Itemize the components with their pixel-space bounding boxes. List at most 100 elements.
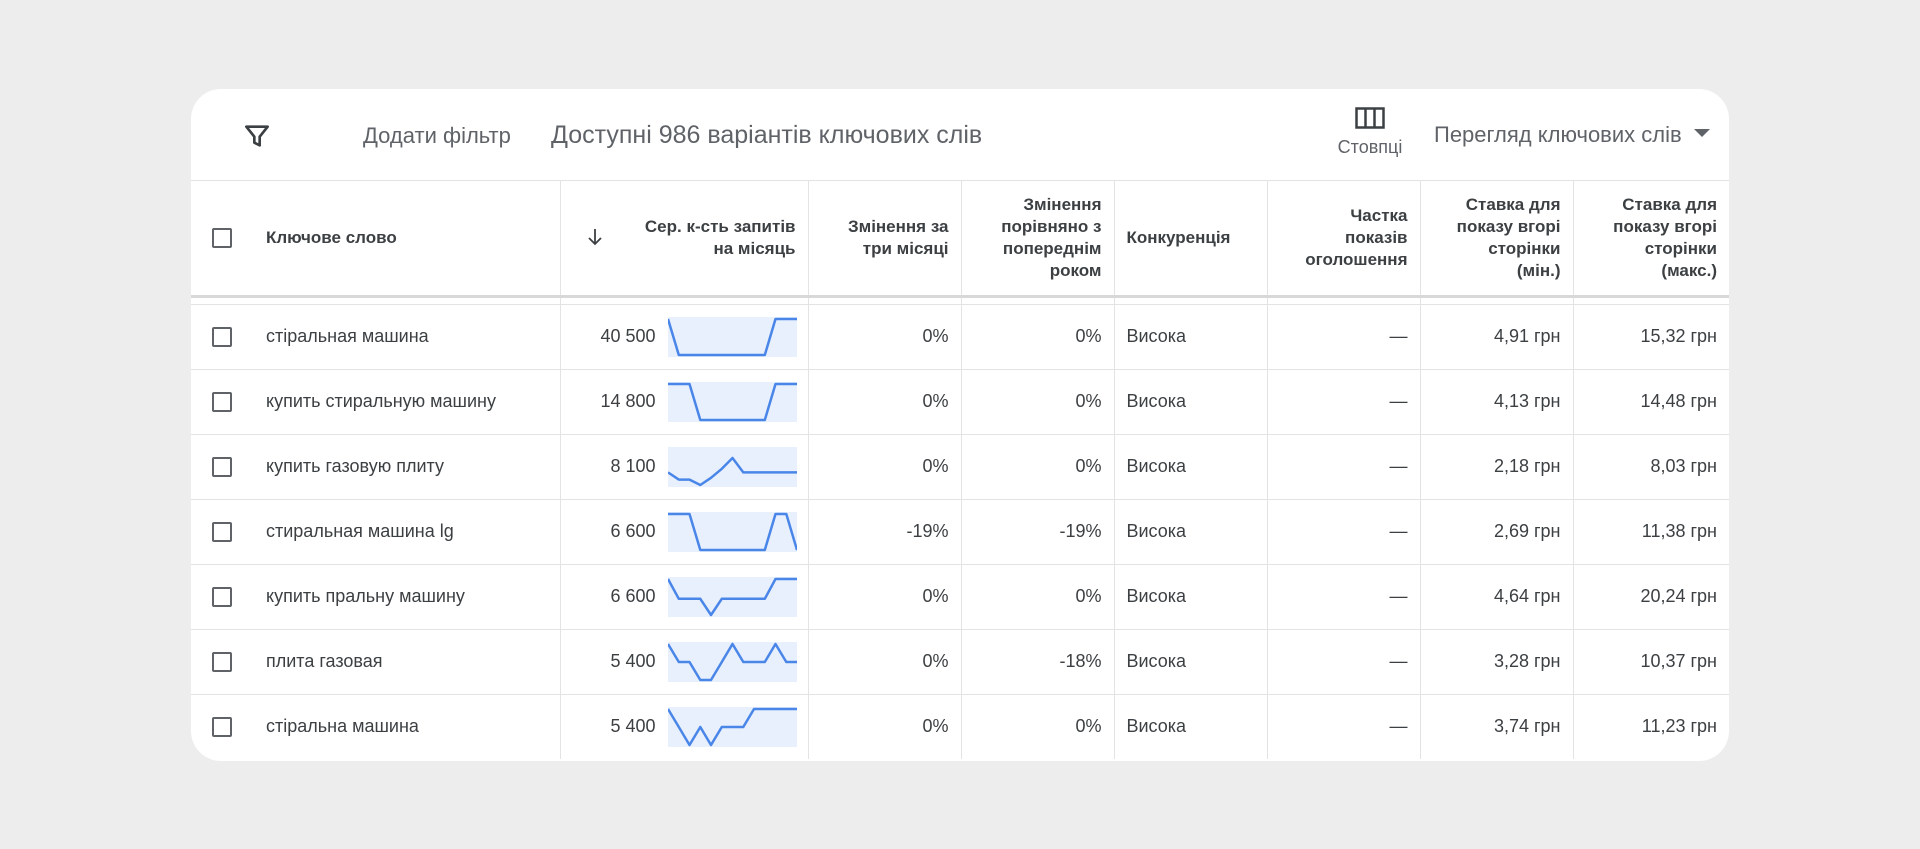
volume-cell: 40 500 xyxy=(560,304,809,370)
yoy-change-cell: -19% xyxy=(961,499,1115,565)
keyword-view-dropdown[interactable]: Перегляд ключових слів xyxy=(1434,122,1710,148)
top-bid-high-cell: 11,23 грн xyxy=(1641,716,1717,737)
table-header-row: Ключове слово Сер. к-сть запитів на міся… xyxy=(191,181,1729,298)
three-month-change-header[interactable]: Змінення за три місяці xyxy=(808,181,962,298)
impression-share-label-line2: показів xyxy=(1345,227,1408,247)
top-bid-low-cell: 4,91 грн xyxy=(1420,304,1574,370)
keyword-cell: купить пральну машину xyxy=(191,564,561,630)
top-bid-low-label-line3: сторінки xyxy=(1488,238,1561,258)
keyword-text: стиральная машина lg xyxy=(266,521,454,541)
three-month-change-cell: 0% xyxy=(808,694,962,759)
impression-share-cell: — xyxy=(1267,304,1421,370)
top-bid-low-cell: 2,18 грн xyxy=(1420,434,1574,500)
volume-value: 6 600 xyxy=(610,585,656,606)
keyword-text: купить газовую плиту xyxy=(266,456,444,476)
volume-value: 8 100 xyxy=(610,455,656,476)
yoy-change-cell: 0% xyxy=(961,304,1115,370)
trend-sparkline xyxy=(667,641,797,682)
keyword-table-body: стіральная машина 40 500 0% 0% Висока —4,91 г… xyxy=(191,296,1729,759)
yoy-change-label-line3: попереднім xyxy=(1002,238,1102,258)
columns-button[interactable]: Стовпці xyxy=(1312,105,1428,171)
volume-cell: 14 800 xyxy=(560,369,809,435)
impression-share-cell: — xyxy=(1267,369,1421,435)
volume-value: 5 400 xyxy=(610,715,656,736)
volume-value: 40 500 xyxy=(600,325,656,346)
row-checkbox[interactable] xyxy=(212,716,232,737)
row-checkbox[interactable] xyxy=(212,326,232,347)
table-row[interactable]: плита газовая 5 400 0% -18% Висока —3,28 грн 1… xyxy=(191,629,1729,695)
results-count-title: Доступні 986 варіантів ключових слів xyxy=(551,121,983,149)
top-bid-low-label-line1: Ставка для xyxy=(1465,194,1561,214)
yoy-change-header[interactable]: Змінення порівняно з попереднім роком xyxy=(961,181,1115,298)
keyword-header: Ключове слово xyxy=(191,181,561,298)
volume-cell: 5 400 xyxy=(560,629,809,695)
arrow-down-icon xyxy=(587,229,602,246)
three-month-change-label-line2: три місяці xyxy=(862,238,949,258)
sparkline-background xyxy=(667,381,797,422)
volume-cell: 6 600 xyxy=(560,564,809,630)
impression-share-cell: — xyxy=(1267,694,1421,759)
sparkline-background xyxy=(667,316,797,357)
header-spacer-row xyxy=(191,296,1729,305)
top-bid-high-cell: 20,24 грн xyxy=(1573,564,1729,630)
row-checkbox[interactable] xyxy=(212,521,232,542)
volume-cell: 6 600 xyxy=(560,499,809,565)
trend-sparkline xyxy=(667,576,797,617)
table-row[interactable]: купить стиральную машину 14 800 0% 0% Висока… xyxy=(191,369,1729,435)
keyword-text: стіральна машина xyxy=(266,716,419,737)
volume-value: 6 600 xyxy=(610,520,656,541)
select-all-checkbox[interactable] xyxy=(212,227,232,248)
top-bid-low-cell: 4,64 грн xyxy=(1420,564,1574,630)
keyword-cell: купить стиральную машину xyxy=(191,369,561,435)
competition-header[interactable]: Конкуренція xyxy=(1114,181,1268,298)
top-bid-high-cell: 11,38 грн xyxy=(1573,499,1729,565)
trend-sparkline xyxy=(667,316,797,357)
yoy-change-cell: 0% xyxy=(961,369,1115,435)
top-bid-low-cell: 4,13 грн xyxy=(1420,369,1574,435)
impression-share-cell: — xyxy=(1267,499,1421,565)
trend-sparkline xyxy=(667,446,797,487)
top-bid-high-cell: 14,48 грн xyxy=(1573,369,1729,435)
keyword-view-label: Перегляд ключових слів xyxy=(1434,122,1682,147)
keyword-header-label: Ключове слово xyxy=(266,227,397,247)
table-row[interactable]: стіральная машина 40 500 0% 0% Висока —4,91 г… xyxy=(191,304,1729,370)
competition-cell: Висока xyxy=(1114,499,1268,565)
competition-cell: Висока xyxy=(1114,629,1268,695)
keyword-ideas-card: Додати фільтр Доступні 986 варіантів клю… xyxy=(191,89,1729,761)
avg-monthly-searches-label-line1: Сер. к-сть запитів xyxy=(644,217,796,236)
impression-share-cell: — xyxy=(1267,629,1421,695)
avg-monthly-searches-header[interactable]: Сер. к-сть запитів на місяць xyxy=(560,181,809,298)
keyword-table: Ключове слово Сер. к-сть запитів на міся… xyxy=(191,181,1729,759)
keyword-cell: купить газовую плиту xyxy=(191,434,561,500)
yoy-change-cell: 0% xyxy=(961,694,1115,759)
top-bid-high-header[interactable]: Ставка для показу вгорі сторінки (макс.) xyxy=(1573,181,1729,298)
three-month-change-cell: 0% xyxy=(808,304,962,370)
table-row[interactable]: купить пральну машину 6 600 0% 0% Висока —4,6… xyxy=(191,564,1729,630)
competition-cell: Висока xyxy=(1114,434,1268,500)
columns-icon xyxy=(1355,107,1385,129)
sparkline-background xyxy=(667,446,797,487)
filter-icon[interactable] xyxy=(241,120,273,152)
top-bid-high-label-line3: сторінки xyxy=(1644,238,1717,258)
top-bid-low-cell: 3,74 грн xyxy=(1420,694,1574,759)
row-checkbox[interactable] xyxy=(212,651,232,672)
avg-monthly-searches-label-line2: на місяць xyxy=(713,239,796,258)
keyword-text: купить стиральную машину xyxy=(266,391,496,411)
row-checkbox[interactable] xyxy=(212,586,232,607)
row-checkbox[interactable] xyxy=(212,391,232,412)
table-row[interactable]: стиральная машина lg 6 600 -19% -19% Висока —… xyxy=(191,499,1729,565)
table-row[interactable]: стіральна машина 5 400 0% 0% Висока —3,74 грн… xyxy=(191,694,1729,759)
top-bid-low-cell: 3,28 грн xyxy=(1420,629,1574,695)
competition-cell: Висока xyxy=(1114,694,1268,759)
row-checkbox[interactable] xyxy=(212,456,232,477)
three-month-change-label-line1: Змінення за xyxy=(847,216,949,236)
sparkline-background xyxy=(667,511,797,552)
volume-value: 14 800 xyxy=(600,390,656,411)
impression-share-header[interactable]: Частка показів оголошення xyxy=(1267,181,1421,298)
top-bid-low-cell: 2,69 грн xyxy=(1420,499,1574,565)
top-bid-high-cell: 8,03 грн xyxy=(1573,434,1729,500)
top-bid-low-header[interactable]: Ставка для показу вгорі сторінки (мін.) xyxy=(1420,181,1574,298)
table-row[interactable]: купить газовую плиту 8 100 0% 0% Висока —2,18… xyxy=(191,434,1729,500)
add-filter-button[interactable]: Додати фільтр xyxy=(363,123,511,149)
trend-sparkline xyxy=(667,511,797,552)
